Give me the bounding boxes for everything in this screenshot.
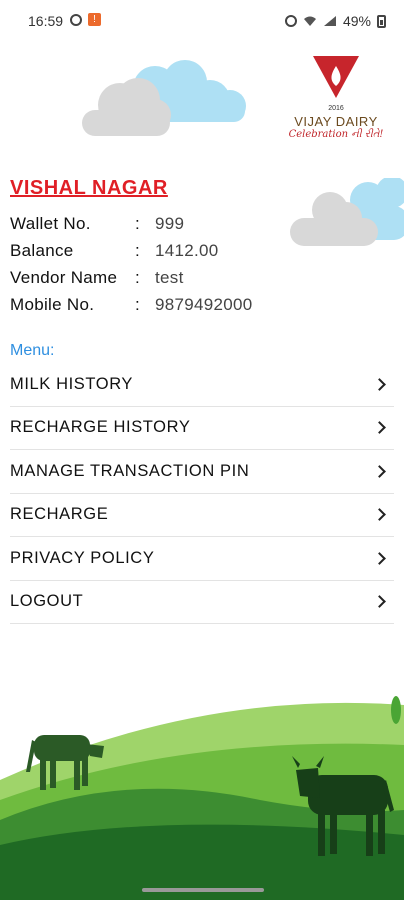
- system-status: 49%: [284, 13, 386, 29]
- menu-item-logout[interactable]: LOGOUT: [10, 581, 394, 624]
- balance-value: 1412.00: [155, 240, 219, 260]
- info-colon: :: [135, 213, 141, 233]
- battery-percent: 49%: [342, 13, 371, 29]
- wallet-row: Wallet No. : 999: [10, 210, 310, 237]
- chevron-right-icon: [373, 551, 386, 565]
- info-label: Vendor Name: [10, 267, 118, 287]
- notification-icons: !: [70, 13, 101, 26]
- menu-item-milk-history[interactable]: MILK HISTORY: [10, 363, 394, 407]
- menu-heading: Menu:: [10, 342, 55, 359]
- sync-icon: [70, 13, 82, 26]
- signal-icon: [323, 16, 336, 26]
- chevron-right-icon: [373, 377, 386, 391]
- logo-year: 2016: [328, 105, 344, 112]
- menu-item-label: LOGOUT: [10, 592, 84, 611]
- app-notification-icon: !: [88, 13, 101, 26]
- status-time: 16:59: [28, 13, 64, 29]
- page-title: VISHAL NAGAR: [10, 177, 168, 199]
- cloud-icon: [82, 60, 246, 136]
- vendor-value: test: [155, 267, 184, 287]
- account-info: Wallet No. : 999 Balance : 1412.00 Vendo…: [10, 210, 310, 318]
- balance-row: Balance : 1412.00: [10, 237, 310, 264]
- chevron-right-icon: [373, 421, 386, 435]
- status-bar: 16:59 ! 49%: [0, 0, 404, 44]
- info-label: Mobile No.: [10, 294, 95, 314]
- info-label: Balance: [10, 240, 74, 260]
- wifi-icon: [303, 16, 316, 26]
- menu-item-recharge-history[interactable]: RECHARGE HISTORY: [10, 407, 394, 450]
- menu-item-label: PRIVACY POLICY: [10, 548, 155, 567]
- menu-item-recharge[interactable]: RECHARGE: [10, 494, 394, 537]
- battery-icon: [377, 14, 386, 28]
- mobile-value: 9879492000: [155, 294, 253, 314]
- logo-tagline: Celebration ની રીતે!: [288, 129, 384, 140]
- mobile-row: Mobile No. : 9879492000: [10, 291, 310, 318]
- chevron-right-icon: [373, 595, 386, 609]
- chevron-right-icon: [373, 464, 386, 478]
- menu-item-label: RECHARGE HISTORY: [10, 418, 191, 437]
- menu-item-label: MILK HISTORY: [10, 374, 134, 393]
- wallet-value: 999: [155, 213, 185, 233]
- brand-logo: 2016 VIJAY DAIRY Celebration ની રીતે!: [286, 52, 386, 152]
- menu-item-label: RECHARGE: [10, 505, 109, 524]
- logo-name: VIJAY DAIRY: [294, 114, 378, 129]
- chevron-right-icon: [373, 508, 386, 522]
- menu-item-label: MANAGE TRANSACTION PIN: [10, 461, 250, 480]
- menu-item-manage-transaction-pin[interactable]: MANAGE TRANSACTION PIN: [10, 450, 394, 494]
- gesture-bar[interactable]: [142, 888, 264, 892]
- alarm-icon: [284, 15, 297, 27]
- info-label: Wallet No.: [10, 213, 91, 233]
- farm-illustration: [0, 696, 404, 900]
- info-colon: :: [135, 294, 141, 314]
- vendor-row: Vendor Name : test: [10, 264, 310, 291]
- vijay-dairy-logo-icon: [313, 56, 359, 98]
- menu-item-privacy-policy[interactable]: PRIVACY POLICY: [10, 537, 394, 581]
- info-colon: :: [135, 240, 141, 260]
- menu-list: MILK HISTORY RECHARGE HISTORY MANAGE TRA…: [10, 363, 394, 624]
- info-colon: :: [135, 267, 141, 287]
